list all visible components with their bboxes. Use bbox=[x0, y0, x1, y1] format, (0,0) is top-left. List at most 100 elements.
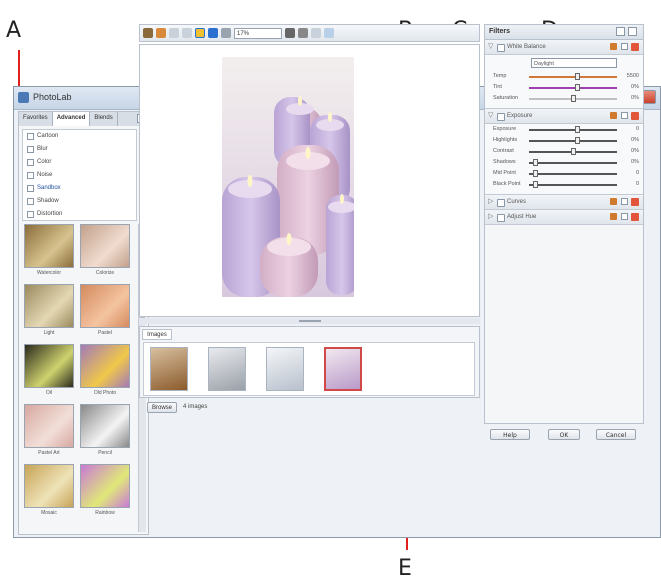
filter-thumbnail[interactable]: Colorize bbox=[78, 224, 132, 280]
tab-images[interactable]: Images bbox=[142, 329, 172, 340]
slider-track[interactable] bbox=[529, 87, 617, 89]
image-preview-area[interactable] bbox=[139, 44, 480, 317]
slider-handle[interactable] bbox=[571, 148, 576, 155]
filter-thumbnail[interactable]: Old Photo bbox=[78, 344, 132, 400]
image-strip bbox=[143, 342, 475, 396]
category-item[interactable]: Color bbox=[23, 156, 136, 169]
slider-track[interactable] bbox=[529, 162, 617, 164]
image-thumbnail[interactable] bbox=[208, 347, 246, 391]
remove-filter-icon[interactable] bbox=[631, 198, 639, 206]
slider-handle[interactable] bbox=[533, 181, 539, 188]
slider-track[interactable] bbox=[529, 140, 617, 142]
filter-settings-icon[interactable] bbox=[628, 27, 637, 36]
category-item[interactable]: Blur bbox=[23, 143, 136, 156]
category-checkbox[interactable] bbox=[27, 172, 34, 179]
undo-icon[interactable] bbox=[169, 28, 179, 38]
filter-thumbnail[interactable]: Pencil bbox=[78, 404, 132, 460]
filter-thumbnail[interactable]: Watercolor bbox=[22, 224, 76, 280]
filter-preview-image bbox=[24, 464, 74, 508]
filter-thumbnail[interactable]: Light bbox=[22, 284, 76, 340]
category-checkbox[interactable] bbox=[27, 133, 34, 140]
fit-icon[interactable] bbox=[221, 28, 231, 38]
slider-handle[interactable] bbox=[533, 170, 539, 177]
category-item[interactable]: Cartoon bbox=[23, 130, 136, 143]
picker-tool-icon[interactable] bbox=[156, 28, 166, 38]
zoom-in-icon[interactable] bbox=[285, 28, 295, 38]
ok-button[interactable]: OK bbox=[548, 429, 580, 440]
image-thumbnail[interactable] bbox=[266, 347, 304, 391]
filter-enable-checkbox[interactable] bbox=[497, 113, 505, 121]
remove-filter-icon[interactable] bbox=[631, 112, 639, 120]
slider-handle[interactable] bbox=[575, 126, 581, 133]
export-icon[interactable] bbox=[324, 28, 334, 38]
compare-view-icon[interactable] bbox=[208, 28, 218, 38]
slider-track[interactable] bbox=[529, 76, 617, 78]
filter-brush-icon[interactable] bbox=[610, 112, 617, 119]
preset-dropdown[interactable]: Daylight bbox=[531, 58, 617, 68]
crop-icon[interactable] bbox=[311, 28, 321, 38]
filter-enable-checkbox[interactable] bbox=[497, 44, 505, 52]
panel-splitter[interactable] bbox=[139, 318, 480, 324]
add-filter-icon[interactable] bbox=[616, 27, 625, 36]
filter-header-row[interactable]: ▷ Curves bbox=[485, 195, 643, 210]
filter-header-row[interactable]: ▷ Adjust Hue bbox=[485, 210, 643, 225]
browse-button[interactable]: Browse bbox=[147, 402, 177, 413]
image-thumbnail[interactable] bbox=[324, 347, 362, 391]
zoom-select[interactable]: 17% bbox=[234, 27, 282, 39]
cancel-button[interactable]: Cancel bbox=[596, 429, 636, 440]
category-checkbox[interactable] bbox=[27, 159, 34, 166]
filter-header-row[interactable]: ▽ Exposure bbox=[485, 109, 643, 124]
slider-track[interactable] bbox=[529, 184, 617, 186]
category-checkbox[interactable] bbox=[27, 198, 34, 205]
slider-track[interactable] bbox=[529, 129, 617, 131]
filter-thumbnail[interactable]: Pastel bbox=[78, 284, 132, 340]
help-button[interactable]: Help bbox=[490, 429, 530, 440]
hand-tool-icon[interactable] bbox=[143, 28, 153, 38]
slider-handle[interactable] bbox=[575, 73, 581, 80]
redo-icon[interactable] bbox=[182, 28, 192, 38]
slider-value: 0% bbox=[631, 148, 639, 154]
filter-header-row[interactable]: ▽ White Balance bbox=[485, 40, 643, 55]
category-item[interactable]: Sandbox bbox=[23, 182, 136, 195]
zoom-out-icon[interactable] bbox=[298, 28, 308, 38]
collapse-icon[interactable]: ▽ bbox=[488, 109, 493, 123]
filter-thumbnail[interactable]: Rainbow bbox=[78, 464, 132, 520]
filter-options-icon[interactable] bbox=[621, 43, 628, 50]
split-view-icon[interactable] bbox=[195, 28, 205, 38]
filter-thumbnail[interactable]: Pastel Art bbox=[22, 404, 76, 460]
image-thumbnail[interactable] bbox=[150, 347, 188, 391]
window-title: PhotoLab bbox=[33, 92, 72, 102]
filter-options-icon[interactable] bbox=[621, 198, 628, 205]
slider-track[interactable] bbox=[529, 173, 617, 175]
remove-filter-icon[interactable] bbox=[631, 213, 639, 221]
filter-preview-image bbox=[80, 344, 130, 388]
filter-brush-icon[interactable] bbox=[610, 213, 617, 220]
filter-options-icon[interactable] bbox=[621, 213, 628, 220]
slider-handle[interactable] bbox=[575, 84, 581, 91]
category-checkbox[interactable] bbox=[27, 146, 34, 153]
slider-handle[interactable] bbox=[533, 159, 539, 166]
tab-favorites[interactable]: Favorites bbox=[19, 112, 53, 126]
filter-brush-icon[interactable] bbox=[610, 198, 617, 205]
filter-thumbnail[interactable]: Mosaic bbox=[22, 464, 76, 520]
category-item[interactable]: Distortion bbox=[23, 208, 136, 221]
category-checkbox[interactable] bbox=[27, 185, 34, 192]
category-item[interactable]: Shadow bbox=[23, 195, 136, 208]
filter-enable-checkbox[interactable] bbox=[497, 214, 505, 222]
remove-filter-icon[interactable] bbox=[631, 43, 639, 51]
filter-options-icon[interactable] bbox=[621, 112, 628, 119]
filter-brush-icon[interactable] bbox=[610, 43, 617, 50]
slider-handle[interactable] bbox=[571, 95, 576, 102]
expand-icon[interactable]: ▷ bbox=[488, 195, 493, 209]
expand-icon[interactable]: ▷ bbox=[488, 210, 493, 224]
category-item[interactable]: Noise bbox=[23, 169, 136, 182]
collapse-icon[interactable]: ▽ bbox=[488, 40, 493, 54]
slider-handle[interactable] bbox=[575, 137, 581, 144]
filter-thumbnail[interactable]: Oil bbox=[22, 344, 76, 400]
tab-blends[interactable]: Blends bbox=[90, 112, 118, 126]
tab-advanced[interactable]: Advanced bbox=[52, 112, 91, 126]
filter-thumbnail-label: Pastel Art bbox=[38, 450, 60, 456]
category-checkbox[interactable] bbox=[27, 211, 34, 218]
filter-enable-checkbox[interactable] bbox=[497, 199, 505, 207]
filter-settings: Daylight Temp 5500 Tint 0% Saturation 0% bbox=[485, 55, 643, 109]
